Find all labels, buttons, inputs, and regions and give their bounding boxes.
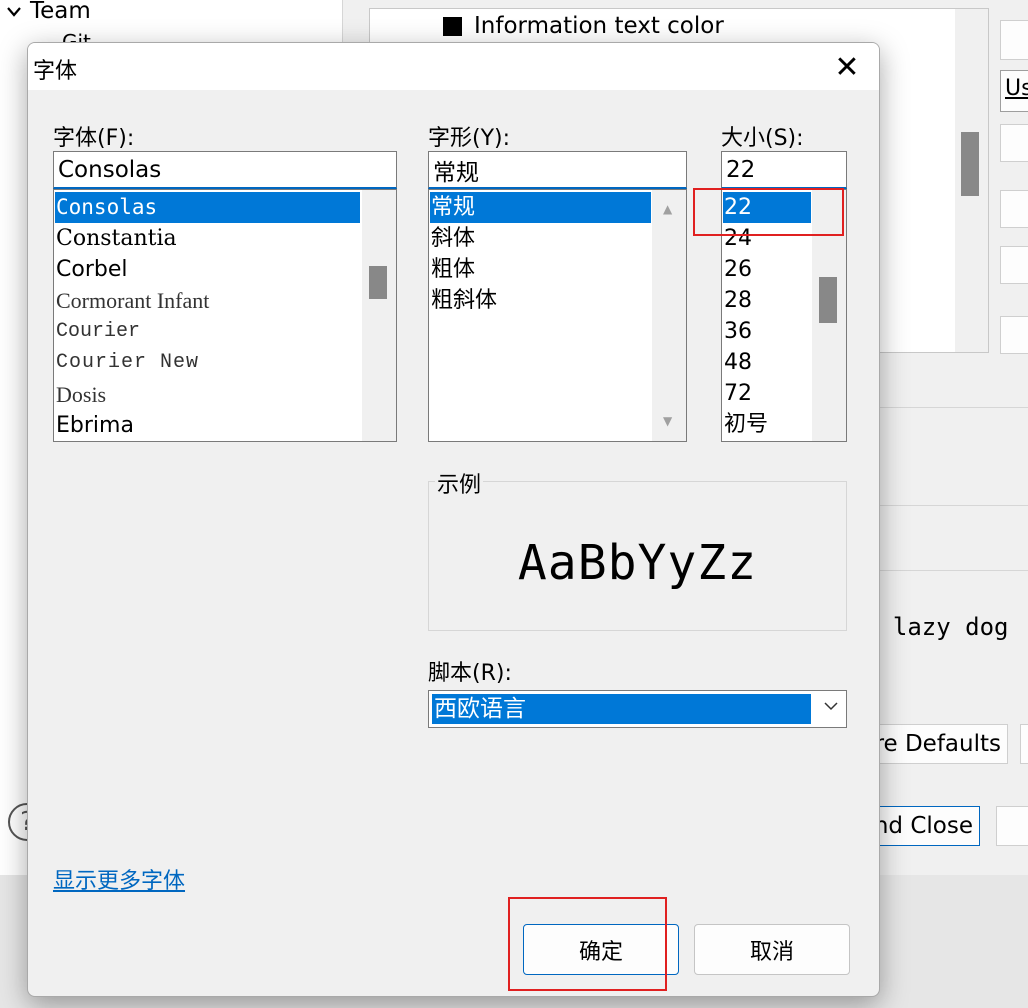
button-label: Us <box>1005 76 1028 101</box>
show-more-fonts-link[interactable]: 显示更多字体 <box>53 863 185 895</box>
sample-preview-text: AaBbYyZz <box>517 535 758 591</box>
font-family-input[interactable]: Consolas <box>53 151 397 189</box>
background-side-button[interactable] <box>1000 190 1028 228</box>
font-list-item[interactable]: Corbel <box>55 254 127 285</box>
size-list-item[interactable]: 28 <box>723 285 752 316</box>
color-list-scroll-thumb[interactable] <box>961 132 979 196</box>
size-list-scroll-thumb[interactable] <box>819 277 837 323</box>
scroll-up-icon[interactable]: ▲ <box>663 202 672 216</box>
background-side-button[interactable] <box>1000 20 1028 60</box>
font-list-item[interactable]: Ebrima <box>55 410 134 441</box>
script-dropdown[interactable]: 西欧语言 <box>428 690 847 728</box>
font-style-label: 字形(Y): <box>428 126 511 151</box>
restore-defaults-button[interactable]: re Defaults <box>870 724 1008 764</box>
dialog-titlebar: 字体 ✕ <box>28 43 879 90</box>
size-list-item[interactable]: 初号 <box>723 409 768 440</box>
apply-button[interactable] <box>1020 724 1028 764</box>
background-side-button[interactable] <box>1000 316 1028 354</box>
use-system-font-button[interactable]: Us <box>1000 70 1028 112</box>
divider <box>880 407 1028 408</box>
divider <box>880 505 1028 506</box>
size-list-item[interactable]: 48 <box>723 347 752 378</box>
close-icon[interactable]: ✕ <box>827 47 867 87</box>
font-size-input[interactable]: 22 <box>721 151 847 189</box>
style-list-item[interactable]: 斜体 <box>430 223 475 254</box>
color-list-item[interactable]: Information text color <box>443 13 724 39</box>
font-list-item[interactable]: Dosis <box>55 379 106 410</box>
size-list-item[interactable]: 72 <box>723 378 752 409</box>
style-list-item[interactable]: 粗体 <box>430 254 475 285</box>
font-list-item[interactable]: Consolas <box>55 192 360 223</box>
font-list-item[interactable]: Cormorant Infant <box>55 285 209 316</box>
font-list-item[interactable]: Courier <box>55 316 140 347</box>
font-list-scroll-thumb[interactable] <box>369 266 387 299</box>
annotation-highlight-size <box>693 188 844 236</box>
color-swatch-icon <box>443 16 462 36</box>
font-list-item[interactable]: Courier New <box>55 347 199 378</box>
background-side-button[interactable] <box>1000 246 1028 284</box>
script-selected-value: 西欧语言 <box>432 694 811 724</box>
font-list-item[interactable]: Constantia <box>55 223 177 254</box>
apply-and-close-button[interactable]: nd Close <box>870 806 980 846</box>
chevron-down-icon <box>823 696 839 717</box>
style-list-scrollbar[interactable]: ▲ ▼ <box>652 190 686 441</box>
tree-item-label: Team <box>30 0 91 24</box>
dialog-title: 字体 <box>33 59 78 84</box>
background-cancel-button[interactable] <box>996 806 1028 846</box>
font-preview-text: e lazy dog <box>864 613 1009 641</box>
font-family-label: 字体(F): <box>53 126 135 151</box>
chevron-down-icon <box>6 0 22 24</box>
cancel-button[interactable]: 取消 <box>694 924 850 975</box>
font-family-list[interactable]: Consolas Constantia Corbel Cormorant Inf… <box>53 189 397 442</box>
color-item-label: Information text color <box>474 13 724 39</box>
script-label: 脚本(R): <box>428 661 512 686</box>
font-style-input[interactable]: 常规 <box>428 151 687 189</box>
tree-item-team[interactable]: Team <box>6 0 91 24</box>
sample-label: 示例 <box>435 467 484 499</box>
size-list-item[interactable]: 36 <box>723 316 752 347</box>
font-style-list[interactable]: 常规 斜体 粗体 粗斜体 ▲ ▼ <box>428 189 687 442</box>
background-side-button[interactable] <box>1000 124 1028 162</box>
annotation-highlight-ok <box>508 897 667 991</box>
scroll-down-icon[interactable]: ▼ <box>663 414 672 428</box>
style-list-item[interactable]: 常规 <box>430 192 651 223</box>
font-list-scrollbar[interactable] <box>362 190 396 441</box>
style-list-item[interactable]: 粗斜体 <box>430 285 497 316</box>
divider <box>880 570 1028 571</box>
font-size-label: 大小(S): <box>721 126 804 151</box>
font-dialog: 字体 ✕ 字体(F): Consolas Consolas Constantia… <box>27 42 880 997</box>
size-list-item[interactable]: 26 <box>723 254 752 285</box>
